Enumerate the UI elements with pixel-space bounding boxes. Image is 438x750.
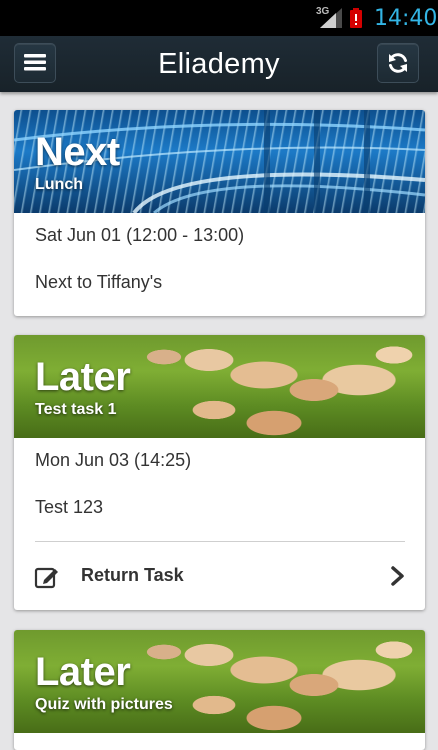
edit-icon <box>34 567 58 589</box>
card-banner-image: Later Quiz with pictures <box>14 630 425 733</box>
app-bar: Eliademy <box>0 36 438 92</box>
task-card[interactable]: Later Test task 1 Mon Jun 03 (14:25) Tes… <box>14 335 425 610</box>
chevron-right-icon <box>391 566 404 586</box>
return-task-button[interactable]: Return Task <box>14 551 425 603</box>
app-title: Eliademy <box>158 48 280 80</box>
card-banner-image: Next Lunch <box>14 110 425 213</box>
quiz-card[interactable]: Later Quiz with pictures <box>14 630 425 750</box>
card-heading: Later <box>35 650 131 694</box>
signal-icon <box>320 8 342 28</box>
event-card[interactable]: Next Lunch Sat Jun 01 (12:00 - 13:00) Ne… <box>14 110 425 316</box>
clock: 14:40 <box>374 6 438 31</box>
card-subtitle: Lunch <box>35 176 83 193</box>
return-task-label: Return Task <box>81 565 184 585</box>
card-detail: Test 123 <box>35 497 104 517</box>
battery-icon <box>350 8 362 28</box>
refresh-icon <box>389 53 407 73</box>
card-divider <box>35 541 405 542</box>
card-heading: Next <box>35 130 120 174</box>
card-heading: Later <box>35 355 131 399</box>
card-subtitle: Test task 1 <box>35 401 117 418</box>
card-datetime: Sat Jun 01 (12:00 - 13:00) <box>35 225 245 245</box>
status-bar: 3G 14:40 <box>0 0 438 36</box>
card-detail: Next to Tiffany's <box>35 272 163 292</box>
refresh-button[interactable] <box>377 43 419 83</box>
card-subtitle: Quiz with pictures <box>35 696 173 713</box>
card-datetime: Mon Jun 03 (14:25) <box>35 450 192 470</box>
card-banner-image: Later Test task 1 <box>14 335 425 438</box>
